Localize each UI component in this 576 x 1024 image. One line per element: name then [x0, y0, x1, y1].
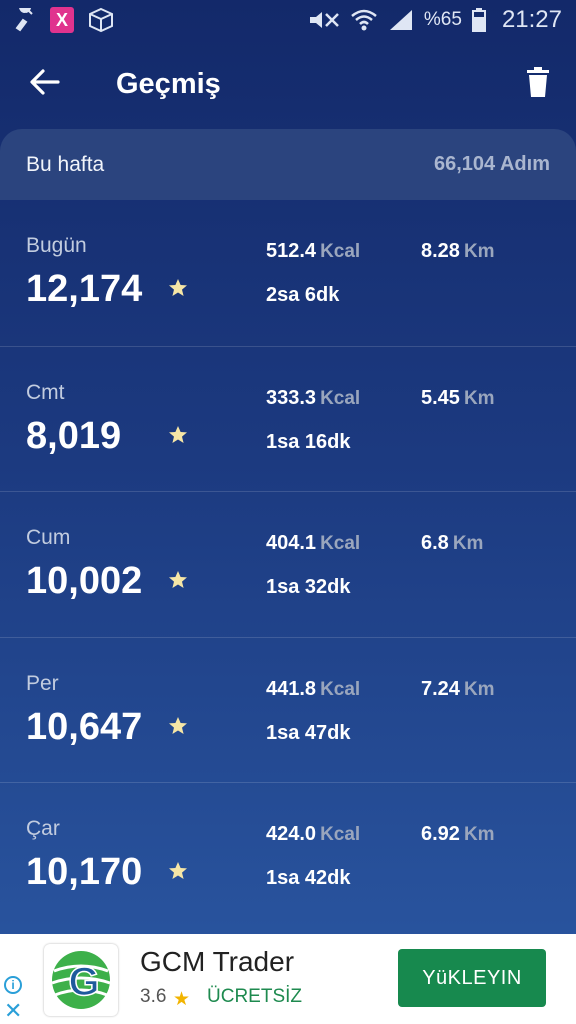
calories: 333.3 Kcal [266, 387, 360, 410]
gcm-trader-logo-icon[interactable]: G [44, 944, 118, 1016]
duration: 2sa 6dk [266, 284, 340, 306]
calories: 404.1 Kcal [266, 532, 360, 555]
star-icon [169, 862, 187, 879]
day-steps: 10,647 [26, 705, 143, 748]
calories-value: 441.8 [266, 677, 317, 700]
delete-button[interactable] [500, 40, 576, 128]
calories-unit: Kcal [320, 241, 361, 262]
distance-unit: Km [463, 387, 495, 409]
tool-icon [14, 8, 36, 32]
distance-unit: Km [452, 533, 484, 554]
distance-unit: Km [463, 241, 495, 262]
signal-icon [388, 8, 414, 32]
week-summary: Bu hafta 66,104 Adım [0, 129, 576, 200]
app-screen: X %65 21:27 Geçmiş Bu hafta 66,104 Adım … [0, 0, 576, 1024]
day-row[interactable]: Bugün 12,174 512.4 Kcal 8.28 Km 2sa 6dk [0, 200, 576, 346]
distance-value: 6.8 [421, 532, 449, 554]
day-row[interactable]: Çar 10,170 424.0 Kcal 6.92 Km 1sa 42dk [0, 782, 576, 928]
week-total-steps: 66,104 Adım [434, 153, 550, 175]
star-icon [169, 425, 187, 443]
day-name: Çar [26, 817, 60, 840]
calories-value: 404.1 [266, 532, 317, 554]
ad-rating: 3.6 [140, 986, 167, 1007]
star-icon [169, 279, 187, 296]
battery-icon [471, 8, 486, 32]
distance: 7.24 Km [421, 678, 495, 701]
distance: 8.28 Km [421, 240, 495, 263]
clock: 21:27 [501, 6, 562, 33]
calories: 441.8 Kcal [266, 678, 360, 701]
wifi-icon [350, 8, 378, 32]
trash-icon [526, 66, 550, 102]
ad-info-icon[interactable]: i [4, 976, 22, 994]
back-arrow-icon [30, 68, 60, 100]
ad-close-icon[interactable]: ✕ [4, 1000, 22, 1022]
distance: 6.92 Km [421, 823, 495, 846]
day-steps: 8,019 [26, 414, 122, 457]
day-row[interactable]: Cum 10,002 404.1 Kcal 6.8 Km 1sa 32dk [0, 491, 576, 637]
distance-value: 7.24 [421, 677, 460, 700]
day-steps: 10,170 [26, 851, 143, 893]
calories-unit: Kcal [320, 387, 361, 409]
distance-unit: Km [463, 824, 495, 845]
calories-value: 333.3 [266, 386, 317, 409]
day-name: Cmt [26, 380, 65, 404]
distance: 5.45 Km [421, 387, 495, 410]
app-bar: Geçmiş [0, 40, 576, 128]
day-name: Per [26, 671, 59, 695]
distance: 6.8 Km [421, 532, 483, 555]
distance-unit: Km [463, 678, 495, 700]
svg-text:G: G [68, 960, 99, 1004]
day-name: Bugün [26, 234, 87, 257]
star-icon [169, 716, 187, 734]
duration: 1sa 47dk [266, 721, 351, 744]
status-bar: X %65 21:27 [0, 0, 576, 40]
ad-app-name[interactable]: GCM Trader [140, 946, 294, 978]
day-row[interactable]: Per 10,647 441.8 Kcal 7.24 Km 1sa 47dk [0, 636, 576, 783]
calories-value: 424.0 [266, 823, 317, 845]
distance-value: 6.92 [421, 823, 460, 845]
ad-banner[interactable]: i ✕ G GCM Trader 3.6 ★ ÜCRETSİZ YüKLEYIN [0, 934, 576, 1024]
duration: 1sa 16dk [266, 430, 351, 453]
battery-percent: %65 [423, 9, 462, 30]
calories: 424.0 Kcal [266, 823, 360, 846]
package-icon [88, 7, 114, 33]
calories-value: 512.4 [266, 240, 317, 262]
calories-unit: Kcal [320, 533, 361, 554]
day-name: Cum [26, 526, 71, 549]
ad-price: ÜCRETSİZ [207, 986, 302, 1007]
rating-star-icon: ★ [173, 989, 191, 1010]
day-steps: 12,174 [26, 268, 143, 310]
page-title: Geçmiş [116, 67, 221, 100]
back-button[interactable] [0, 40, 90, 128]
mute-icon [306, 8, 340, 32]
install-button[interactable]: YüKLEYIN [398, 949, 546, 1007]
day-row[interactable]: Cmt 8,019 333.3 Kcal 5.45 Km 1sa 16dk [0, 345, 576, 492]
duration: 1sa 42dk [266, 867, 351, 889]
calories: 512.4 Kcal [266, 240, 360, 263]
calories-unit: Kcal [320, 824, 361, 845]
star-icon [169, 571, 187, 588]
distance-value: 5.45 [421, 386, 460, 409]
distance-value: 8.28 [421, 240, 460, 262]
week-label: Bu hafta [26, 152, 105, 176]
day-steps: 10,002 [26, 560, 143, 602]
duration: 1sa 32dk [266, 576, 351, 598]
x-app-icon: X [50, 7, 74, 33]
day-list: Bugün 12,174 512.4 Kcal 8.28 Km 2sa 6dk Cm… [0, 200, 576, 928]
calories-unit: Kcal [320, 678, 361, 700]
